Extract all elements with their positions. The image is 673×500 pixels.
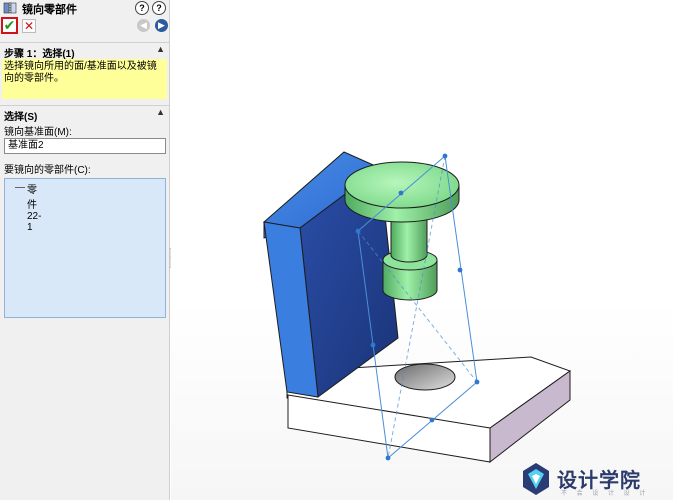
watermark-subtext: 不 会 设 计 设 计 — [561, 491, 650, 497]
property-manager-panel: 镜向零部件 ? ? ✔ ✕ ◀ ▶ 步骤 1：选择(1) ▲ 选择镜向所用的面/… — [0, 0, 170, 500]
plane-handle[interactable] — [355, 228, 361, 234]
mirror-plane-field[interactable]: 基准面2 — [4, 138, 166, 154]
cancel-button[interactable]: ✕ — [22, 19, 36, 33]
plane-handle[interactable] — [442, 153, 448, 159]
mirror-components-icon — [3, 2, 17, 14]
collapse-chevron-icon[interactable]: ▲ — [156, 107, 165, 117]
panel-title: 镜向零部件 — [22, 4, 77, 16]
plane-handle[interactable] — [457, 267, 463, 273]
graphics-viewport[interactable]: 设计学院 不 会 设 计 设 计 — [171, 0, 673, 500]
collapse-chevron-icon[interactable]: ▲ — [156, 44, 165, 54]
school-logo-icon — [523, 463, 549, 495]
plane-handle[interactable] — [370, 342, 376, 348]
watermark: 设计学院 不 会 设 计 设 计 — [521, 462, 666, 497]
panel-title-row: 镜向零部件 ? ? — [0, 0, 170, 16]
base-hole[interactable] — [394, 363, 456, 391]
model-canvas[interactable] — [171, 0, 673, 500]
component-name: 零件22-1 — [27, 185, 42, 233]
tree-line-icon — [15, 187, 25, 188]
components-list[interactable]: 零件22-1 — [4, 178, 166, 318]
next-arrow-icon[interactable]: ▶ — [155, 19, 168, 32]
step1-section-title: 步骤 1：选择(1) — [4, 49, 75, 60]
back-arrow-icon[interactable]: ◀ — [137, 19, 150, 32]
plane-handle[interactable] — [385, 455, 391, 461]
selection-section-title: 选择(S) — [4, 112, 38, 123]
mirror-plane-label: 镜向基准面(M): — [4, 127, 72, 138]
plane-handle[interactable] — [474, 379, 480, 385]
whats-wrong-icon[interactable]: ? — [152, 1, 166, 15]
ok-button[interactable]: ✔ — [1, 17, 18, 34]
components-label: 要镜向的零部件(C): — [4, 165, 91, 176]
message-box: 选择镜向所用的面/基准面以及被镜向的零部件。 — [2, 59, 167, 99]
selection-section-header[interactable]: 选择(S) ▲ — [0, 105, 170, 123]
plane-handle[interactable] — [429, 417, 435, 423]
plane-handle[interactable] — [398, 190, 404, 196]
help-icon[interactable]: ? — [135, 1, 149, 15]
step1-section-header[interactable]: 步骤 1：选择(1) ▲ — [0, 42, 170, 60]
